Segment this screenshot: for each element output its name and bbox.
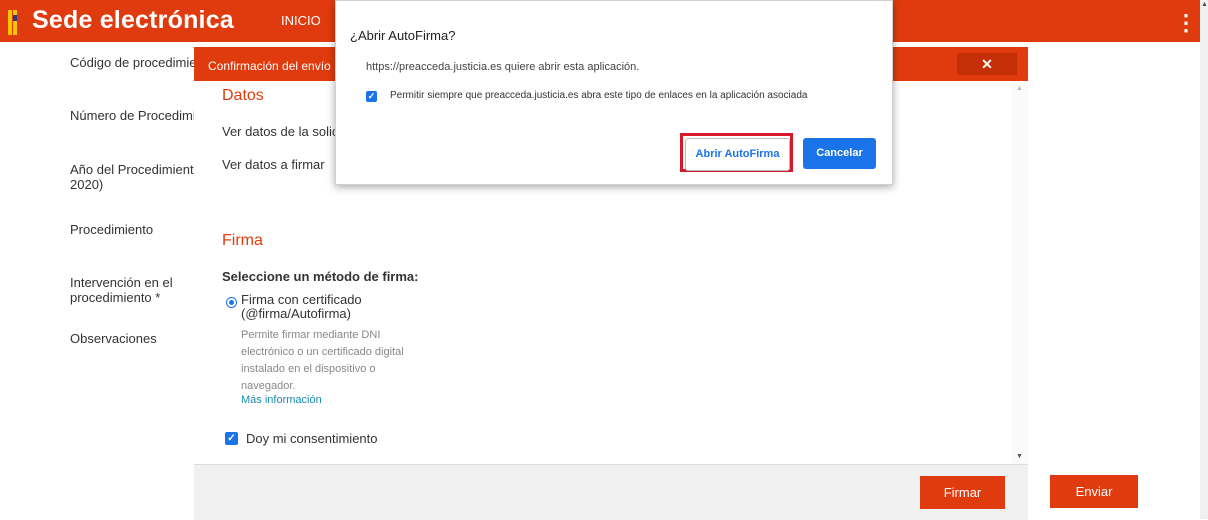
close-icon[interactable]: ✕ — [957, 53, 1017, 75]
label-codigo-procedimiento: Código de procedimiento — [70, 55, 194, 70]
label-anio-procedimiento-cont: 2020) — [70, 177, 104, 192]
mas-informacion-link[interactable]: Más información — [241, 394, 322, 406]
modal-scrollbar[interactable]: ▲ ▼ — [1012, 81, 1028, 464]
radio-desc-line: navegador. — [241, 380, 296, 392]
spain-flag-logo — [8, 10, 18, 35]
always-allow-label[interactable]: Permitir siempre que preacceda.justicia.… — [390, 90, 807, 101]
open-autofirma-dialog: ¿Abrir AutoFirma? https://preacceda.just… — [335, 0, 893, 185]
modal-footer: Firmar — [194, 464, 1028, 520]
scroll-up-arrow-icon[interactable]: ▲ — [1016, 85, 1023, 92]
datos-section-title: Datos — [222, 87, 264, 104]
radio-label-line-1: Firma con certificado — [241, 292, 362, 307]
firmar-button[interactable]: Firmar — [920, 476, 1005, 509]
enviar-button[interactable]: Enviar — [1050, 475, 1138, 508]
label-procedimiento: Procedimiento — [70, 222, 154, 237]
nav-inicio-link[interactable]: INICIO — [281, 13, 321, 28]
firma-section-title: Firma — [222, 232, 263, 249]
firma-certificado-radio[interactable] — [226, 297, 237, 308]
ver-datos-firmar-link[interactable]: Ver datos a firmar — [222, 157, 325, 172]
label-observaciones: Observaciones — [70, 331, 157, 346]
form-labels-column: Código de procedimiento Número de Proced… — [38, 42, 194, 519]
label-intervencion-cont: procedimiento * — [70, 290, 161, 305]
label-intervencion: Intervención en el — [70, 275, 173, 290]
signature-method-label: Seleccione un método de firma: — [222, 269, 419, 284]
radio-desc-line: instalado en el dispositivo o — [241, 363, 376, 375]
more-options-icon[interactable]: ⋮ — [1175, 11, 1197, 35]
consent-label[interactable]: Doy mi consentimiento — [246, 431, 378, 446]
label-numero-procedimiento: Número de Procedimiento — [70, 108, 194, 123]
consent-checkbox[interactable]: ✓ — [225, 432, 238, 445]
brand-title[interactable]: Sede electrónica — [32, 6, 234, 35]
radio-desc-line: electrónico o un certificado digital — [241, 346, 404, 358]
page-scrollbar[interactable]: ▲ — [1200, 0, 1208, 519]
firma-certificado-label[interactable]: Firma con certificado (@firma/Autofirma) — [241, 293, 421, 321]
modal-title: Confirmación del envío — [208, 59, 331, 73]
always-allow-checkbox[interactable]: ✓ — [366, 91, 377, 102]
dialog-url-text: https://preacceda.justicia.es quiere abr… — [366, 61, 640, 73]
open-autofirma-button[interactable]: Abrir AutoFirma — [685, 138, 790, 171]
cancel-button[interactable]: Cancelar — [803, 138, 876, 169]
radio-label-line-2: (@firma/Autofirma) — [241, 306, 351, 321]
label-anio-procedimiento: Año del Procedimiento — [70, 162, 194, 177]
radio-desc-line: Permite firmar mediante DNI — [241, 329, 381, 341]
dialog-title: ¿Abrir AutoFirma? — [350, 28, 456, 43]
scroll-up-arrow-icon[interactable]: ▲ — [1201, 1, 1208, 8]
scroll-down-arrow-icon[interactable]: ▼ — [1016, 453, 1023, 460]
firma-certificado-description: Permite firmar mediante DNI electrónico … — [241, 327, 421, 395]
